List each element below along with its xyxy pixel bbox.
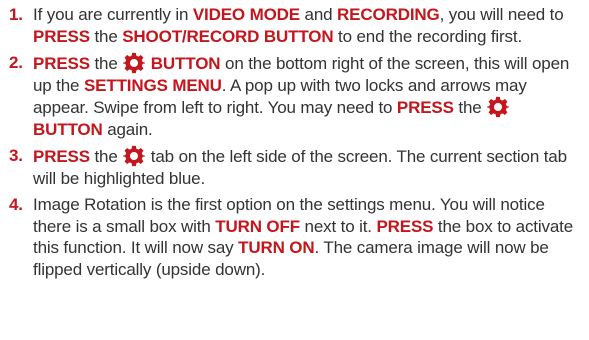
emphasis-text: PRESS [396,98,454,117]
step-number: 3. [9,146,23,165]
step-2: 2. PRESS the BUTTON on the bottom right o… [0,52,589,140]
emphasis-text: PRESS [33,54,90,73]
body-text: If you are currently in [33,5,193,24]
step-number: 4. [9,195,23,214]
emphasis-text: SETTINGS MENU [83,75,222,95]
emphasis-text: RECORDING [337,5,440,24]
step-1: 1. If you are currently in VIDEO MODE and… [0,4,589,47]
emphasis-text: VIDEO MODE [192,5,300,24]
step-number: 2. [9,53,23,72]
body-text: to end the recording first. [333,26,523,46]
body-text: and [299,5,338,24]
instruction-steps-list: 1. If you are currently in VIDEO MODE and… [0,4,589,285]
body-text: the [89,147,123,166]
body-text: again. [102,119,153,139]
gear-icon [487,96,510,118]
emphasis-text: TURN OFF [215,216,300,236]
emphasis-text: BUTTON [146,54,221,73]
body-text: the [453,98,487,117]
step-4: 4. Image Rotation is the first option on … [0,194,589,280]
emphasis-text: BUTTON [33,119,103,139]
emphasis-text: PRESS [33,147,90,166]
emphasis-text: PRESS [33,26,90,46]
body-text: the [89,26,123,46]
emphasis-text: SHOOT/RECORD BUTTON [122,26,334,46]
step-3: 3. PRESS the tab on the left side of the … [0,145,589,189]
gear-icon [123,145,146,167]
body-text: next to it. [299,216,377,236]
step-number: 1. [9,5,23,24]
gear-icon [123,52,146,74]
body-text: the [89,54,123,73]
body-text: , you will need to [439,5,564,24]
emphasis-text: PRESS [376,216,434,236]
emphasis-text: TURN ON [238,238,315,257]
